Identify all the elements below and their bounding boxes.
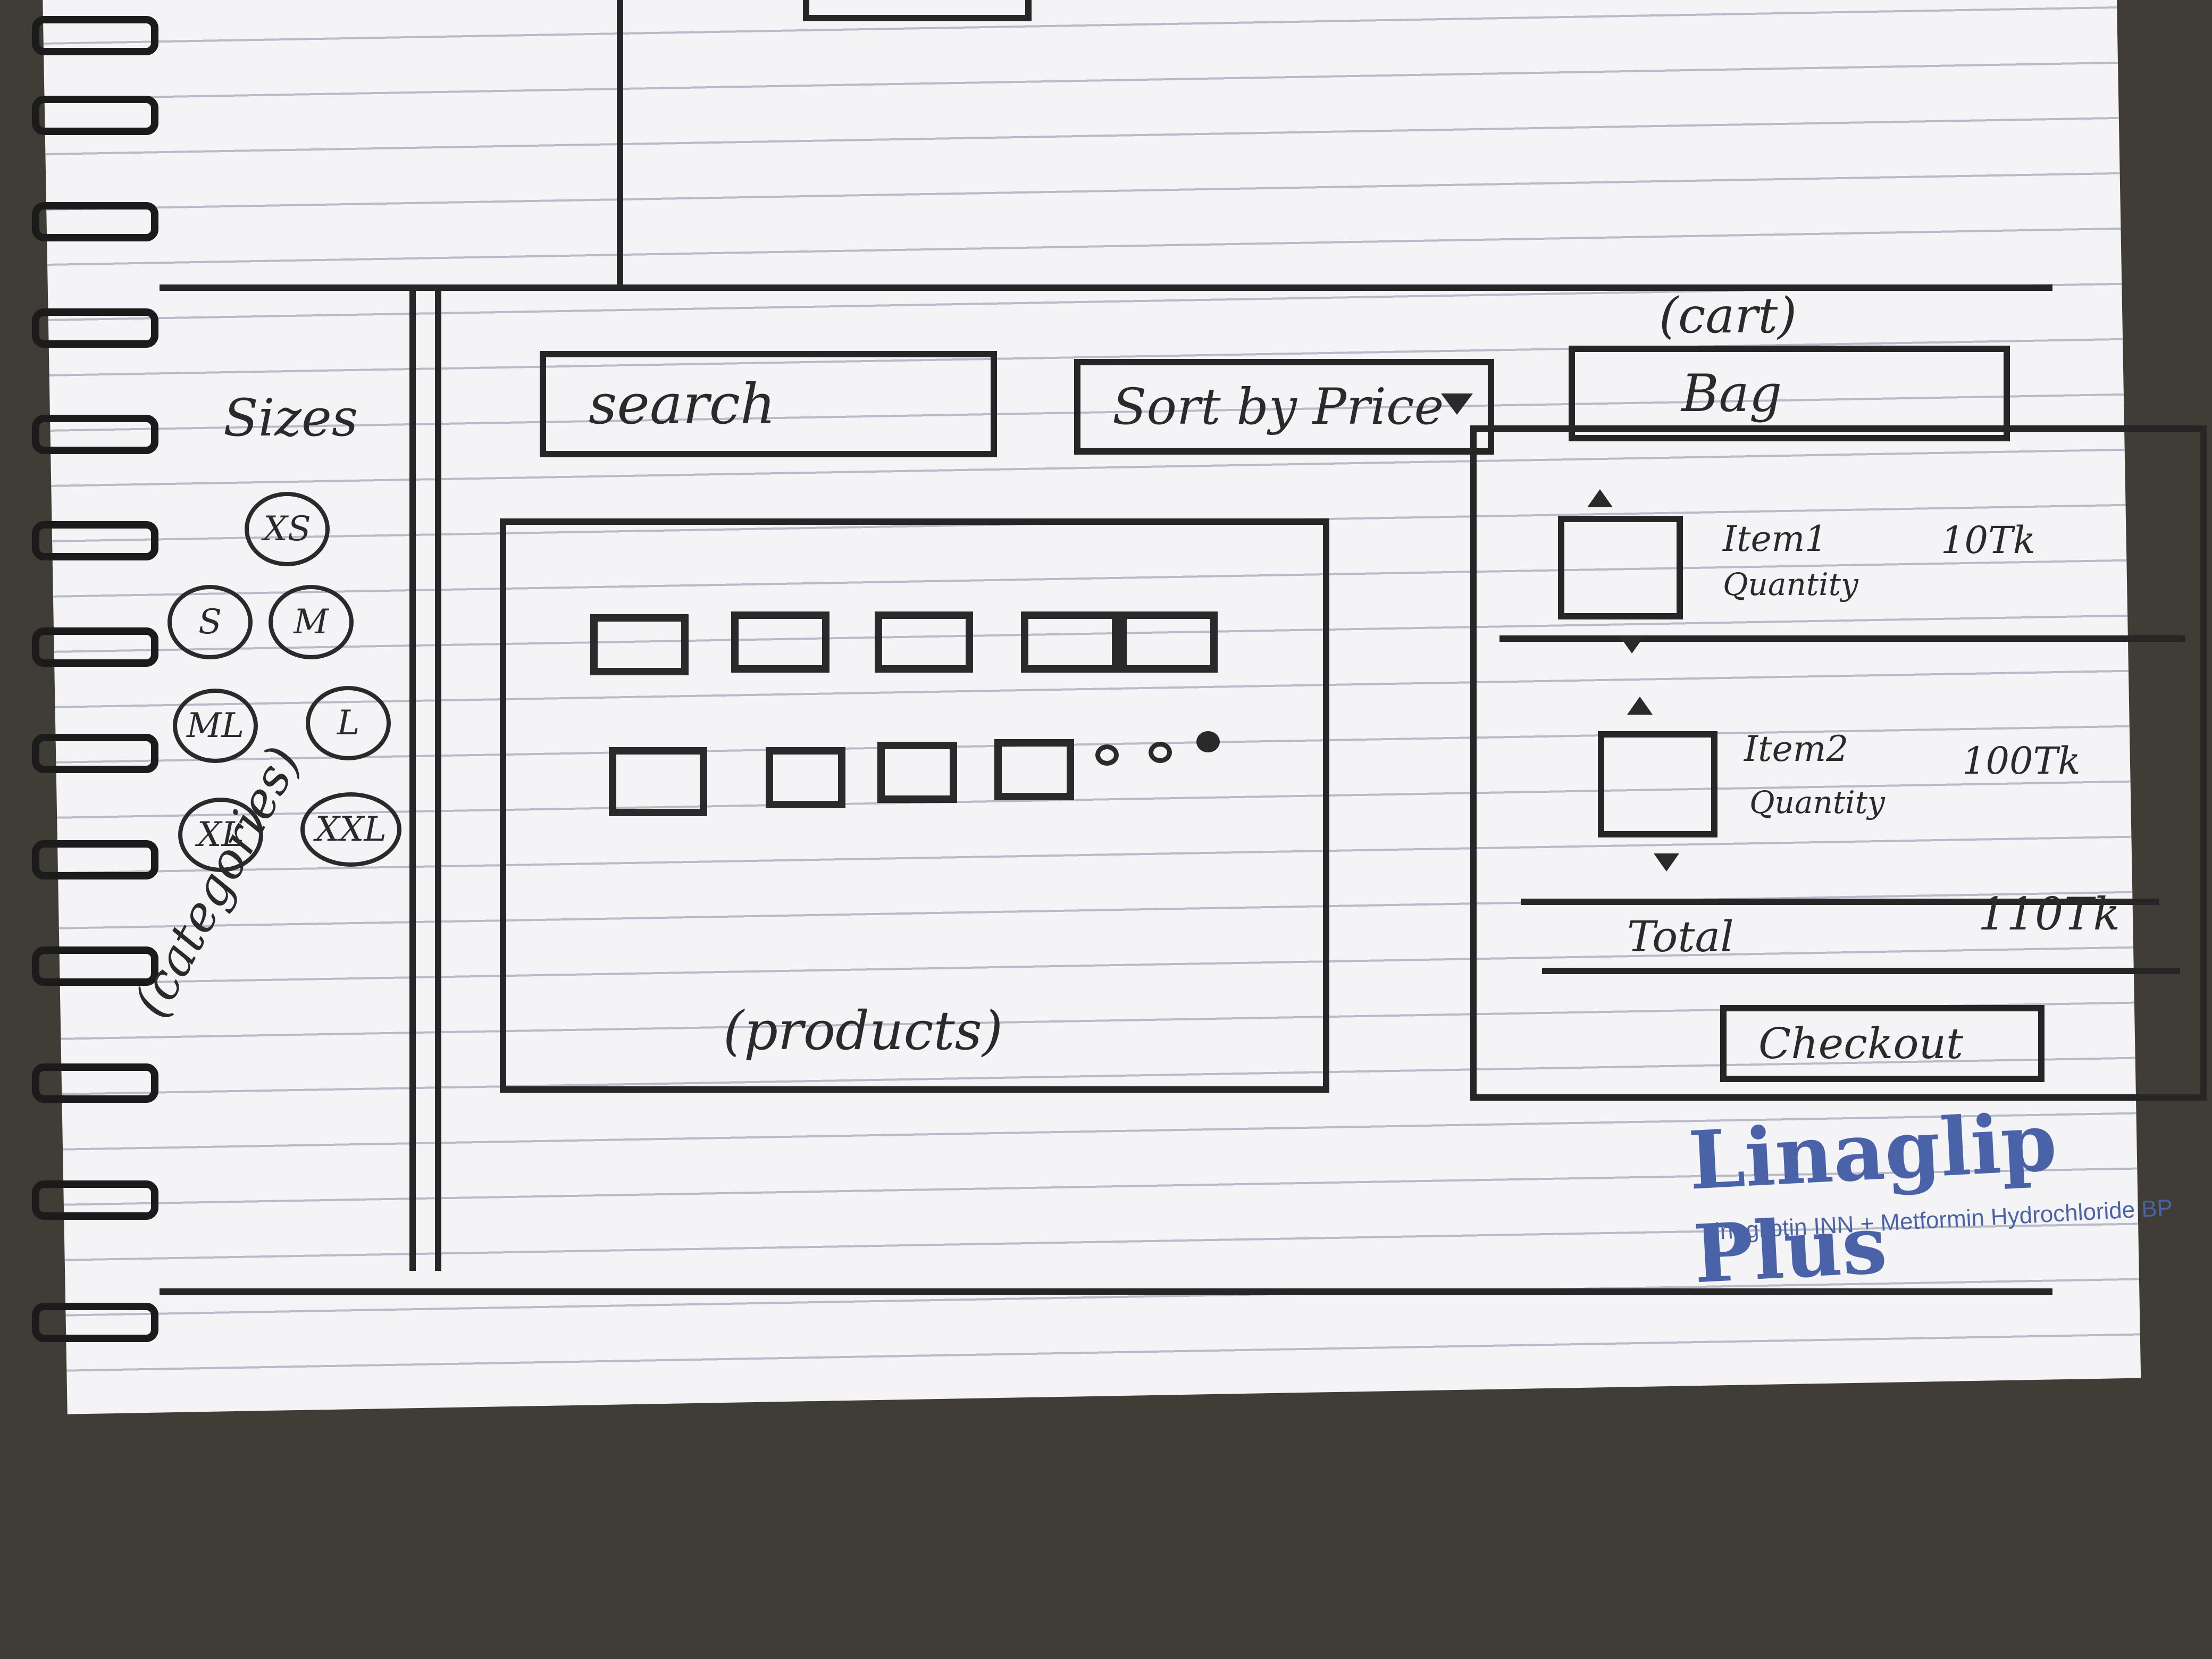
cart-item-image [1558,516,1683,619]
product-thumbnail[interactable] [877,742,957,803]
product-thumbnail[interactable] [766,747,845,808]
sort-by-price-dropdown[interactable]: Sort by Price [1074,359,1494,455]
product-thumbnail[interactable] [731,611,830,673]
product-thumbnail[interactable] [590,614,689,675]
cart-item-name: Item1 [1723,518,1828,559]
cart-item-divider [1499,635,2185,642]
pagination-dot[interactable] [1149,742,1172,763]
product-thumbnail[interactable] [1021,611,1119,673]
sort-label: Sort by Price [1112,378,1444,436]
checkout-label: Checkout [1758,1019,1964,1068]
size-s-chip[interactable]: S [167,585,253,659]
product-thumbnail[interactable] [609,747,707,816]
top-divider-line [617,0,623,287]
sizes-heading: Sizes [223,388,358,448]
size-xs-chip[interactable]: XS [245,492,330,566]
chevron-down-icon[interactable] [1441,393,1473,415]
search-input[interactable]: search [540,351,997,457]
quantity-down-icon[interactable] [1654,853,1679,872]
size-l-chip[interactable]: L [306,686,391,760]
cart-total-divider-bottom [1542,968,2180,974]
cart-item-quantity[interactable]: Quantity [1749,784,1885,820]
search-placeholder: search [589,372,776,437]
products-caption: (products) [723,1000,1003,1062]
cart-item-price: 10Tk [1941,518,2036,562]
sidebar-divider [409,287,441,1271]
product-thumbnail[interactable] [1119,611,1218,673]
quantity-up-icon[interactable] [1587,489,1613,507]
quantity-down-icon[interactable] [1619,635,1645,653]
size-xxl-chip[interactable]: XXL [300,792,401,867]
quantity-up-icon[interactable] [1627,697,1653,715]
watermark-brand: Linaglip Plus [1686,1095,2059,1302]
product-thumbnail[interactable] [875,611,973,673]
checkout-button[interactable]: Checkout [1720,1005,2045,1082]
cart-item-name: Item2 [1744,728,1849,769]
bag-label: Bag [1681,364,1782,423]
pagination-dot[interactable] [1095,744,1119,766]
cart-item-image [1598,731,1717,837]
cart-item-quantity[interactable]: Quantity [1723,566,1858,602]
product-thumbnail[interactable] [994,739,1074,800]
top-box-partial [803,0,1032,21]
total-label: Total [1627,912,1734,961]
pagination-dot[interactable] [1196,731,1220,752]
cart-item-price: 100Tk [1962,739,2081,783]
size-m-chip[interactable]: M [269,585,354,659]
total-value: 110Tk [1978,888,2121,940]
cart-note: (cart) [1659,287,1797,344]
size-ml-chip[interactable]: ML [173,689,258,763]
